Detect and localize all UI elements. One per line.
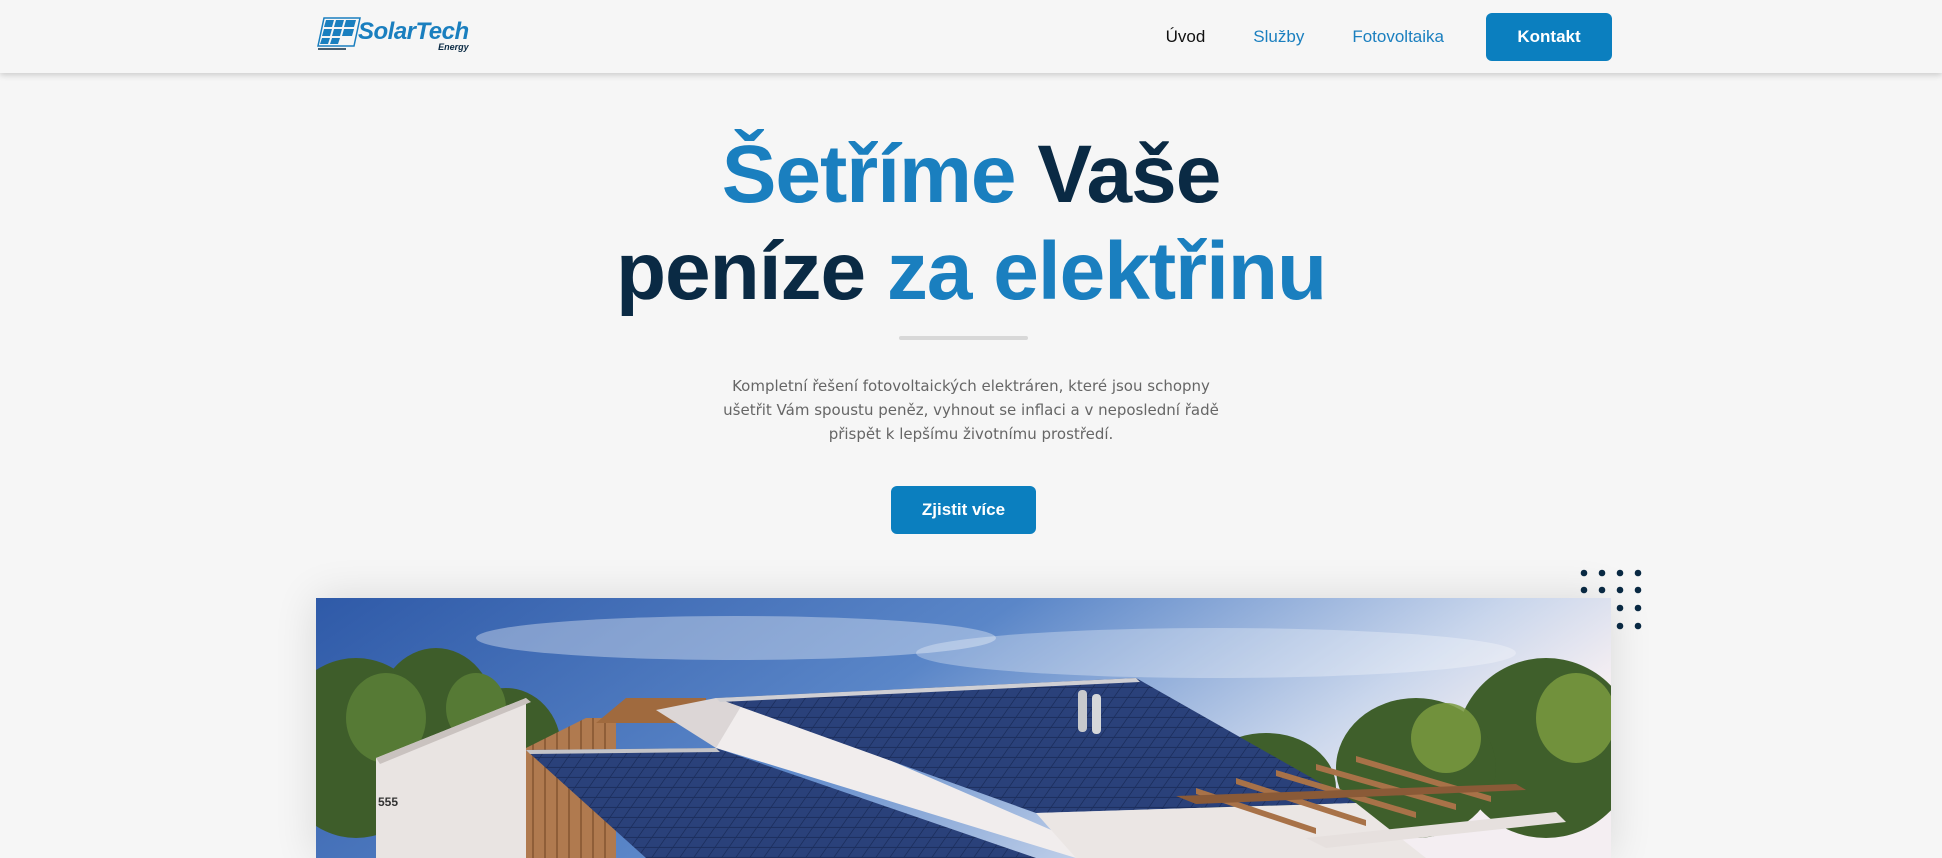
nav-item-uvod[interactable]: Úvod — [1166, 27, 1206, 47]
solartech-logo[interactable]: SolarTech Energy — [316, 16, 476, 56]
hero-title: Šetříme Vaše peníze za elektřinu — [0, 126, 1942, 320]
nav-item-fotovoltaika[interactable]: Fotovoltaika — [1352, 27, 1444, 47]
contact-button[interactable]: Kontakt — [1486, 12, 1612, 61]
main-nav: Úvod Služby Fotovoltaika Kontakt — [1166, 0, 1612, 73]
learn-more-button[interactable]: Zjistit více — [891, 486, 1036, 534]
hero-house-image: 555 — [316, 598, 1611, 858]
hero-title-part-1: Vaše — [1015, 129, 1221, 220]
nav-item-sluzby[interactable]: Služby — [1253, 27, 1304, 47]
hero-title-accent-2: za elektřinu — [886, 226, 1327, 317]
house-number: 555 — [378, 795, 398, 809]
site-header: SolarTech Energy Úvod Služby Fotovoltaik… — [0, 0, 1942, 73]
hero-description: Kompletní řešení fotovoltaických elektrá… — [723, 377, 1219, 443]
logo-brand: SolarTech — [358, 18, 469, 45]
hero-title-accent-1: Šetříme — [721, 129, 1017, 220]
logo-text: SolarTech Energy — [358, 16, 469, 52]
hero-divider — [899, 336, 1028, 340]
solar-panel-icon — [317, 17, 361, 50]
house-solar-illustration: 555 — [316, 598, 1611, 858]
hero-title-part-2: peníze — [615, 226, 887, 317]
